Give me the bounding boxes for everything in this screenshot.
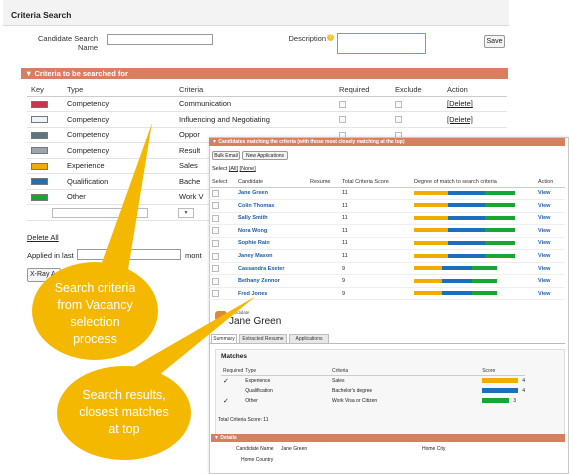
callout-line: at top: [108, 422, 140, 436]
callout-line: from Vacancy: [57, 298, 133, 312]
criteria-callout-text: Search criteria from Vacancy selection p…: [37, 280, 153, 348]
callout-line: Search criteria: [54, 281, 136, 295]
results-callout-text: Search results, closest matches at top: [60, 387, 188, 438]
callout-line: closest matches: [79, 405, 169, 419]
callout-line: selection: [70, 315, 120, 329]
callout-line: Search results,: [82, 388, 166, 402]
criteria-callout-pointer: [94, 123, 152, 285]
callout-line: process: [73, 332, 117, 346]
